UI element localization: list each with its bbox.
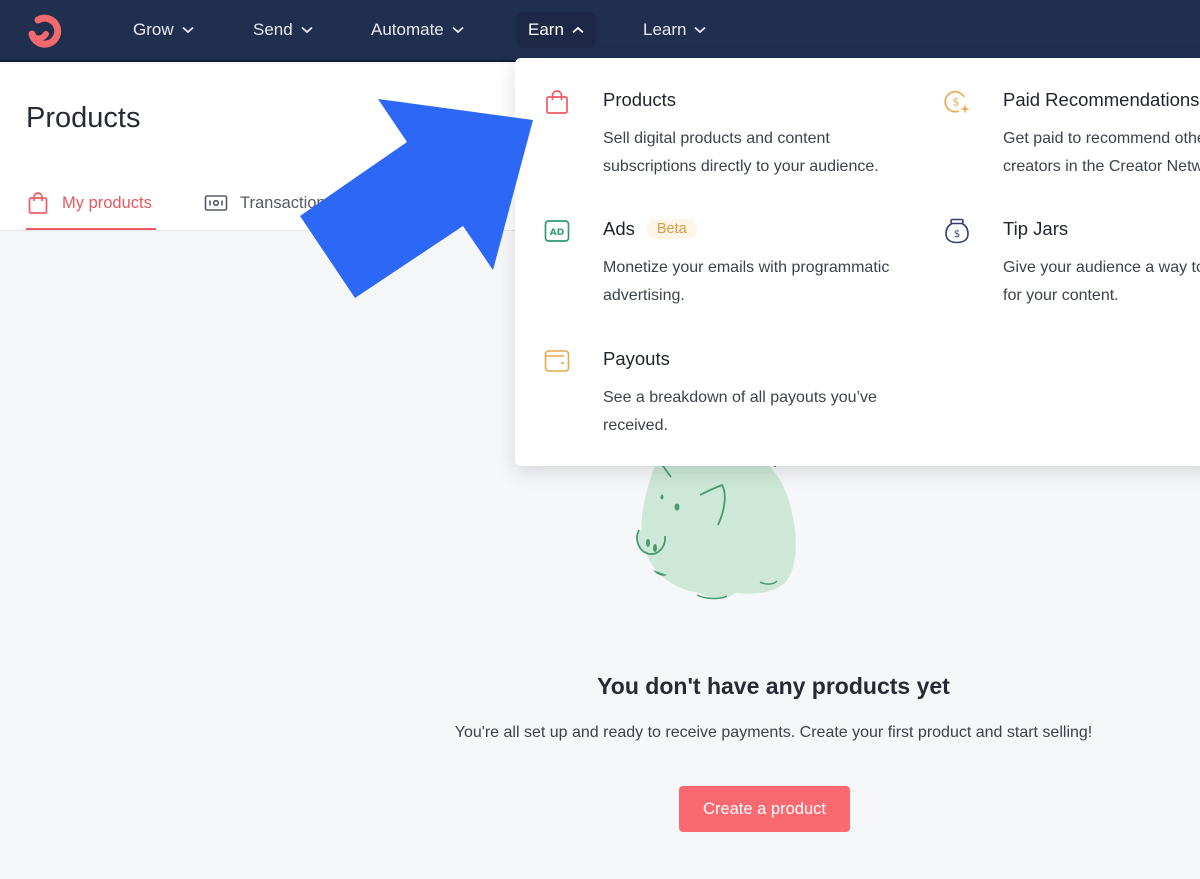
beta-badge: Beta [646, 219, 697, 239]
nav-learn[interactable]: Learn [631, 12, 718, 48]
menu-item-ads-description: Monetize your emails with programmatic a… [603, 259, 890, 304]
chevron-down-icon [694, 26, 707, 34]
empty-state-subtitle: You're all set up and ready to receive p… [454, 724, 1093, 741]
convertkit-logo-icon[interactable] [24, 12, 64, 50]
piggy-bank-illustration [636, 460, 796, 600]
nav-send[interactable]: Send [241, 12, 325, 48]
nav-earn[interactable]: Earn [516, 12, 596, 48]
chevron-down-icon [182, 26, 194, 34]
svg-text:$: $ [953, 96, 960, 109]
chevron-down-icon [452, 26, 464, 34]
tab-transactions[interactable]: Transactions [204, 176, 334, 230]
nav-grow-label: Grow [133, 20, 174, 39]
nav-send-label: Send [253, 20, 293, 39]
top-navigation: Grow Send Automate Earn Learn [0, 0, 1200, 62]
menu-item-products-description: Sell digital products and content subscr… [603, 130, 879, 175]
menu-item-payouts-title: Payouts [603, 348, 670, 369]
empty-state-title: You don't have any products yet [597, 673, 950, 699]
shopping-bag-icon [28, 192, 48, 214]
tip-jar-icon: $ [945, 218, 969, 244]
svg-text:AD: AD [550, 228, 564, 238]
earn-dropdown-menu: Products Sell digital products and conte… [515, 58, 1200, 466]
chevron-down-icon [301, 26, 313, 34]
menu-item-paid-recommendations[interactable]: $ Paid Recommendations Get paid to recom… [944, 89, 1200, 179]
menu-item-products[interactable]: Products Sell digital products and conte… [544, 89, 904, 179]
wallet-icon [544, 350, 570, 372]
menu-item-ads[interactable]: AD Ads Beta Monetize your emails with pr… [544, 218, 904, 308]
nav-automate[interactable]: Automate [359, 12, 476, 48]
menu-item-products-title: Products [603, 89, 677, 110]
nav-earn-label: Earn [528, 20, 564, 39]
tab-my-products-label: My products [62, 193, 152, 212]
menu-item-paid-recommendations-title: Paid Recommendations [1003, 89, 1200, 110]
tab-my-products[interactable]: My products [26, 176, 156, 230]
menu-item-payouts-description: See a breakdown of all payouts you’ve re… [603, 389, 877, 434]
banknote-icon [204, 195, 228, 211]
nav-learn-label: Learn [643, 20, 687, 39]
create-product-button[interactable]: Create a product [679, 786, 850, 832]
menu-item-tip-jars[interactable]: $ Tip Jars Give your audience a way to t… [944, 218, 1200, 308]
menu-item-tip-jars-title: Tip Jars [1003, 218, 1069, 239]
dollar-sparkle-icon: $ [944, 90, 970, 114]
page-title: Products [26, 102, 141, 134]
menu-item-tip-jars-description: Give your audience a way to tip for your… [1003, 259, 1200, 304]
nav-automate-label: Automate [371, 20, 444, 39]
nav-grow[interactable]: Grow [121, 12, 206, 48]
menu-item-ads-title: Ads [603, 218, 635, 239]
menu-item-payouts[interactable]: Payouts See a breakdown of all payouts y… [544, 348, 904, 438]
chevron-up-icon [572, 26, 584, 34]
svg-text:$: $ [954, 229, 960, 240]
shopping-bag-icon [546, 90, 568, 114]
menu-item-paid-recommendations-description: Get paid to recommend other creators in … [1003, 130, 1200, 175]
ad-icon: AD [544, 220, 570, 242]
tab-transactions-label: Transactions [240, 193, 334, 212]
